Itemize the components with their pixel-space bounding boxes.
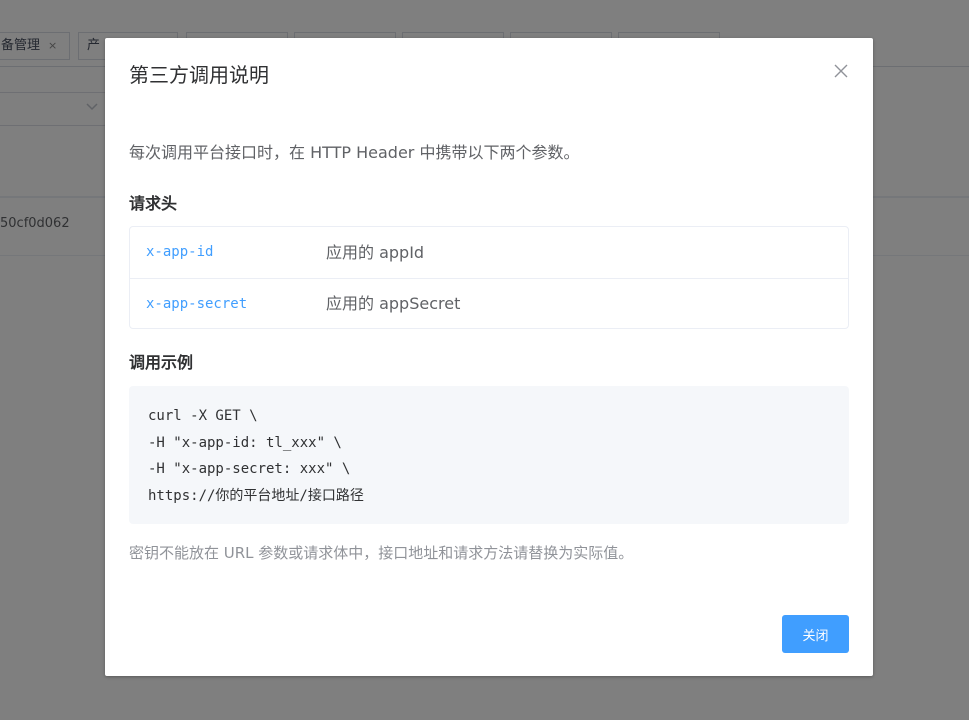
code-line: -H "x-app-secret: xxx" \ (148, 461, 351, 477)
dialog-close-button[interactable] (831, 62, 851, 82)
code-line: -H "x-app-id: tl_xxx" \ (148, 434, 342, 451)
intro-text: 每次调用平台接口时，在 HTTP Header 中携带以下两个参数。 (129, 143, 580, 162)
security-note: 密钥不能放在 URL 参数或请求体中，接口地址和请求方法请替换为实际值。 (129, 544, 634, 562)
section-title-example: 调用示例 (129, 353, 194, 372)
header-description: 应用的 appSecret (326, 294, 461, 313)
dialog-title: 第三方调用说明 (129, 63, 269, 87)
request-headers-table: x-app-id 应用的 appId x-app-secret 应用的 appS… (129, 226, 849, 329)
table-row: x-app-id 应用的 appId (130, 227, 848, 278)
code-line: https://你的平台地址/接口路径 (148, 487, 364, 504)
header-key: x-app-id (146, 244, 214, 260)
close-button[interactable]: 关闭 (782, 615, 849, 653)
close-icon (834, 63, 848, 82)
header-key: x-app-secret (146, 296, 248, 312)
header-description: 应用的 appId (326, 243, 425, 262)
code-line: curl -X GET \ (148, 408, 258, 424)
third-party-call-dialog: 第三方调用说明 每次调用平台接口时，在 HTTP Header 中携带以下两个参… (105, 38, 873, 676)
table-row: x-app-secret 应用的 appSecret (130, 278, 848, 329)
code-example: curl -X GET \ -H "x-app-id: tl_xxx" \ -H… (129, 386, 849, 524)
section-title-headers: 请求头 (129, 194, 178, 213)
